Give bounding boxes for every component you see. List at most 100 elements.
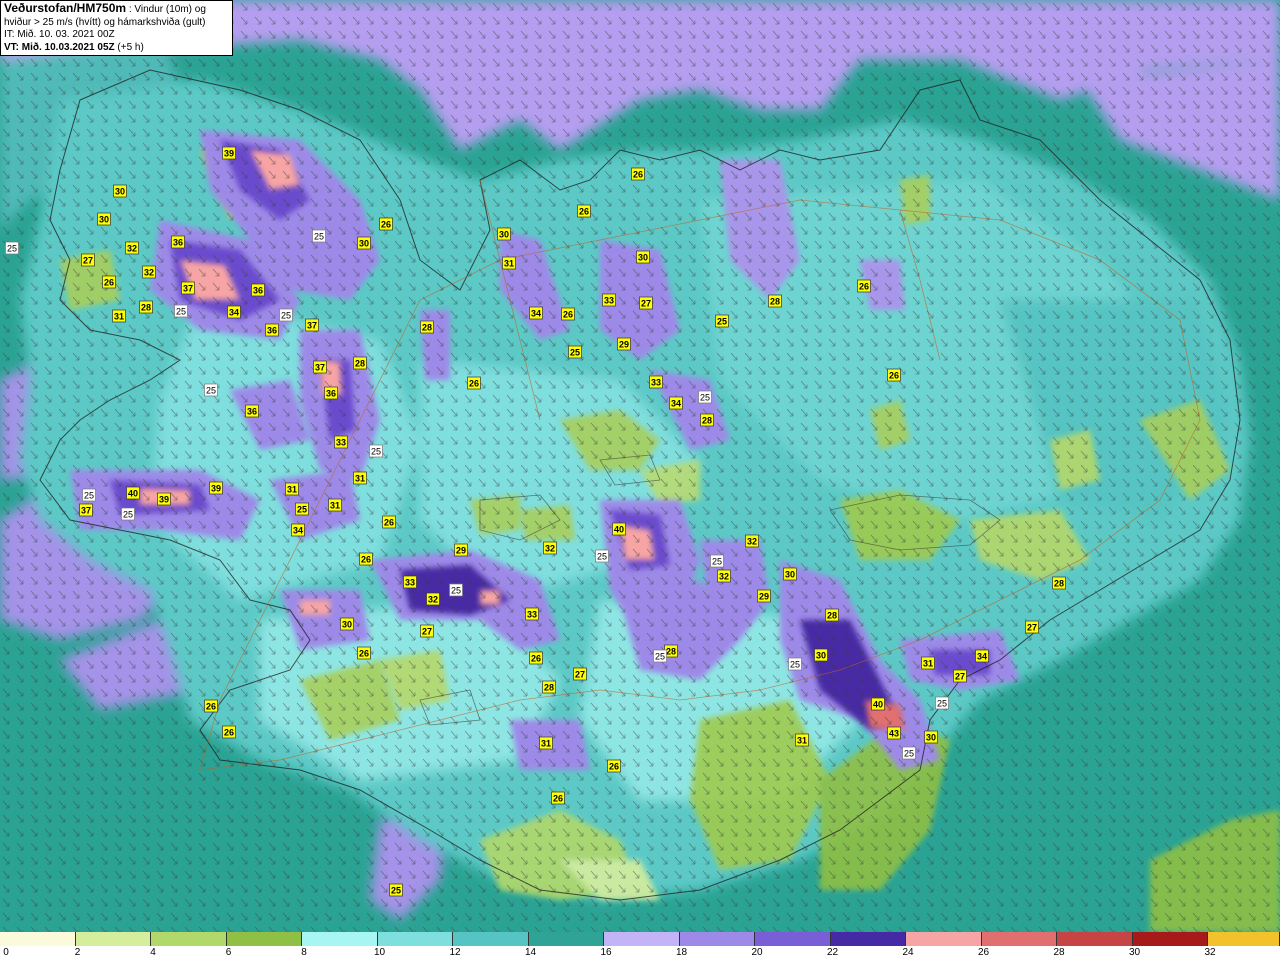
legend-swatch-10 <box>755 932 831 946</box>
svg-text:25: 25 <box>451 586 461 596</box>
legend-swatch-1 <box>75 932 151 946</box>
legend-tick-label: 0 <box>3 947 9 958</box>
gust-label: 25 <box>449 583 463 597</box>
svg-text:27: 27 <box>83 256 93 266</box>
max-gust-label: 28 <box>768 294 782 308</box>
svg-text:31: 31 <box>330 501 340 511</box>
color-legend: 0 2 4 6 8 10 12 14 16 18 20 22 24 26 28 30 32 <box>0 932 1280 960</box>
svg-text:39: 39 <box>159 495 169 505</box>
svg-text:25: 25 <box>84 491 94 501</box>
legend-swatch-6 <box>453 932 529 946</box>
max-gust-label: 39 <box>222 146 236 160</box>
max-gust-label: 27 <box>573 667 587 681</box>
gust-label: 25 <box>902 746 916 760</box>
gust-label: 25 <box>653 649 667 663</box>
svg-text:27: 27 <box>641 299 651 309</box>
svg-text:26: 26 <box>381 220 391 230</box>
svg-text:33: 33 <box>336 438 346 448</box>
svg-text:27: 27 <box>1027 623 1037 633</box>
svg-text:30: 30 <box>99 215 109 225</box>
legend-swatch-8 <box>604 932 680 946</box>
svg-text:40: 40 <box>128 489 138 499</box>
gust-label: 25 <box>312 229 326 243</box>
legend-tick-label: 14 <box>524 947 537 958</box>
max-gust-label: 26 <box>887 368 901 382</box>
svg-text:25: 25 <box>281 311 291 321</box>
legend-swatch-0 <box>0 932 76 946</box>
svg-text:31: 31 <box>287 485 297 495</box>
max-gust-label: 32 <box>717 569 731 583</box>
max-gust-label: 30 <box>783 567 797 581</box>
svg-text:37: 37 <box>81 506 91 516</box>
max-gust-label: 30 <box>113 184 127 198</box>
max-gust-label: 36 <box>265 323 279 337</box>
svg-text:26: 26 <box>384 518 394 528</box>
max-gust-label: 26 <box>382 515 396 529</box>
max-gust-label: 28 <box>1052 576 1066 590</box>
legend-swatch-13 <box>981 932 1057 946</box>
svg-text:26: 26 <box>889 371 899 381</box>
svg-text:31: 31 <box>541 739 551 749</box>
legend-tick-label: 2 <box>74 947 81 958</box>
svg-text:25: 25 <box>904 749 914 759</box>
max-gust-label: 36 <box>245 404 259 418</box>
legend-swatch-14 <box>1057 932 1133 946</box>
svg-text:29: 29 <box>619 340 629 350</box>
max-gust-label: 27 <box>953 669 967 683</box>
max-gust-label: 32 <box>426 592 440 606</box>
legend-tick-label: 30 <box>1128 947 1141 958</box>
max-gust-label: 26 <box>102 275 116 289</box>
svg-text:26: 26 <box>469 379 479 389</box>
max-gust-label: 30 <box>357 236 371 250</box>
max-gust-label: 28 <box>825 608 839 622</box>
legend-swatch-3 <box>226 932 302 946</box>
svg-text:26: 26 <box>359 649 369 659</box>
legend-tick-label: 4 <box>150 947 156 958</box>
max-gust-label: 30 <box>97 212 111 226</box>
title-box: Veðurstofan/HM750m : Vindur (10m) og hvi… <box>0 0 233 56</box>
max-gust-label: 33 <box>649 375 663 389</box>
max-gust-label: 39 <box>209 481 223 495</box>
svg-text:33: 33 <box>405 578 415 588</box>
wind-arrows <box>0 0 1280 932</box>
legend-tick-label: 28 <box>1053 947 1065 958</box>
svg-text:25: 25 <box>391 886 401 896</box>
max-gust-label: 26 <box>857 279 871 293</box>
max-gust-label: 27 <box>420 624 434 638</box>
svg-text:26: 26 <box>224 728 234 738</box>
title-line2: hviður > 25 m/s (hvítt) og hámarkshviða … <box>4 16 206 28</box>
max-gust-label: 27 <box>639 296 653 310</box>
legend-tick-label: 6 <box>225 947 232 958</box>
title-rest: : Vindur (10m) og <box>126 4 206 15</box>
svg-text:30: 30 <box>638 253 648 263</box>
svg-text:28: 28 <box>141 303 151 313</box>
svg-text:32: 32 <box>144 268 154 278</box>
max-gust-label: 34 <box>975 649 989 663</box>
max-gust-label: 31 <box>539 736 553 750</box>
max-gust-label: 30 <box>497 227 511 241</box>
svg-text:25: 25 <box>790 660 800 670</box>
max-gust-label: 33 <box>334 435 348 449</box>
wind-map: 39 30 30 26 30 32 36 27 32 26 37 36 28 34 31 37 36 28 28 37… <box>0 0 1280 932</box>
max-gust-label: 25 <box>568 345 582 359</box>
svg-text:25: 25 <box>206 386 216 396</box>
max-gust-label: 26 <box>204 699 218 713</box>
max-gust-label: 26 <box>551 791 565 805</box>
max-gust-label: 25 <box>295 502 309 516</box>
max-gust-label: 32 <box>745 534 759 548</box>
max-gust-label: 34 <box>669 396 683 410</box>
svg-text:34: 34 <box>977 652 987 662</box>
svg-text:30: 30 <box>926 733 936 743</box>
max-gust-label: 29 <box>454 543 468 557</box>
svg-text:33: 33 <box>651 378 661 388</box>
svg-text:40: 40 <box>873 700 883 710</box>
svg-text:26: 26 <box>609 762 619 772</box>
svg-text:31: 31 <box>504 259 514 269</box>
max-gust-label: 26 <box>529 651 543 665</box>
max-gust-label: 31 <box>353 471 367 485</box>
title-vt-suffix: (+5 h) <box>114 41 144 53</box>
svg-text:30: 30 <box>115 187 125 197</box>
svg-text:36: 36 <box>326 389 336 399</box>
svg-text:33: 33 <box>527 610 537 620</box>
svg-text:31: 31 <box>797 736 807 746</box>
